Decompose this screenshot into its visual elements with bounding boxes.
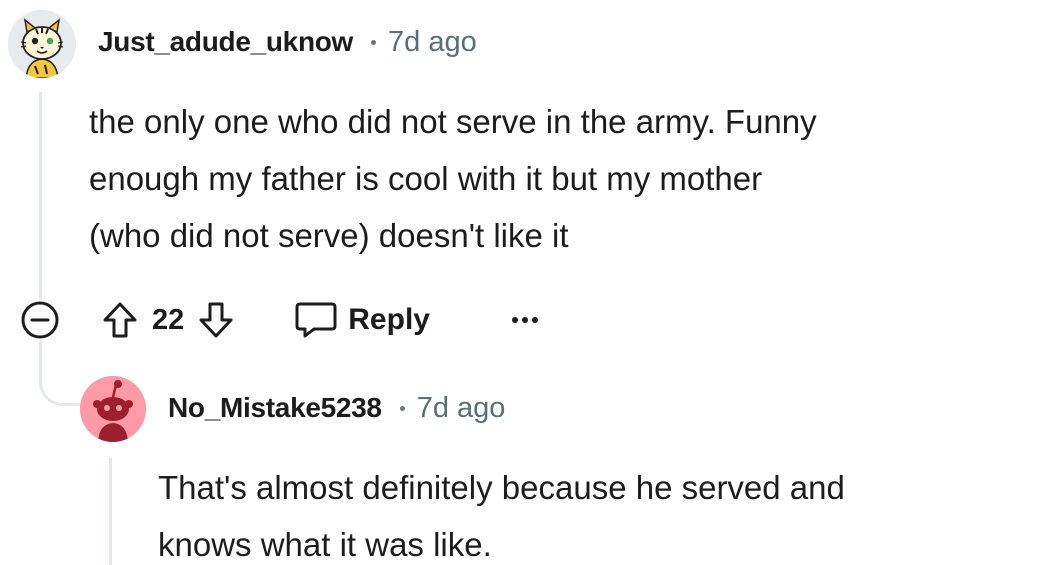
user-avatar[interactable]: [80, 376, 146, 442]
comment-text-line: enough my father is cool with it but my …: [89, 160, 763, 197]
thread-line[interactable]: [109, 458, 112, 565]
reply-label[interactable]: Reply: [348, 303, 430, 337]
comment-actions: 22 Reply: [20, 290, 540, 350]
reply-text-line: knows what it was like.: [158, 526, 492, 563]
username[interactable]: Just_adude_uknow: [98, 26, 353, 58]
comment-text-line: (who did not serve) doesn't like it: [89, 217, 569, 254]
comment-thread: Just_adude_uknow 7d ago the only one who…: [0, 0, 1045, 565]
reply-header: No_Mistake5238 7d ago: [168, 386, 505, 430]
ellipsis-icon[interactable]: [510, 315, 540, 325]
timestamp: 7d ago: [416, 391, 506, 424]
snoo-avatar-icon: [80, 376, 146, 442]
thread-line[interactable]: [39, 92, 42, 300]
arrow-up-icon[interactable]: [102, 301, 138, 339]
speech-bubble-icon: [295, 302, 337, 338]
timestamp: 7d ago: [388, 25, 477, 58]
user-avatar[interactable]: [8, 10, 76, 78]
reply-text-line: That's almost definitely because he serv…: [158, 469, 845, 506]
separator-dot: [399, 405, 405, 411]
tiger-avatar-icon: [8, 10, 76, 78]
reply-button[interactable]: Reply: [294, 300, 430, 340]
comment-text-line: the only one who did not serve in the ar…: [89, 103, 817, 140]
arrow-down-icon[interactable]: [198, 301, 234, 339]
minus-circle-icon[interactable]: [20, 300, 60, 340]
comment-header: Just_adude_uknow 7d ago: [98, 20, 477, 64]
separator-dot: [371, 39, 377, 45]
vote-score: 22: [152, 303, 185, 336]
comment-body: the only one who did not serve in the ar…: [89, 93, 989, 264]
username[interactable]: No_Mistake5238: [168, 392, 382, 424]
reply-body: That's almost definitely because he serv…: [158, 459, 1018, 565]
